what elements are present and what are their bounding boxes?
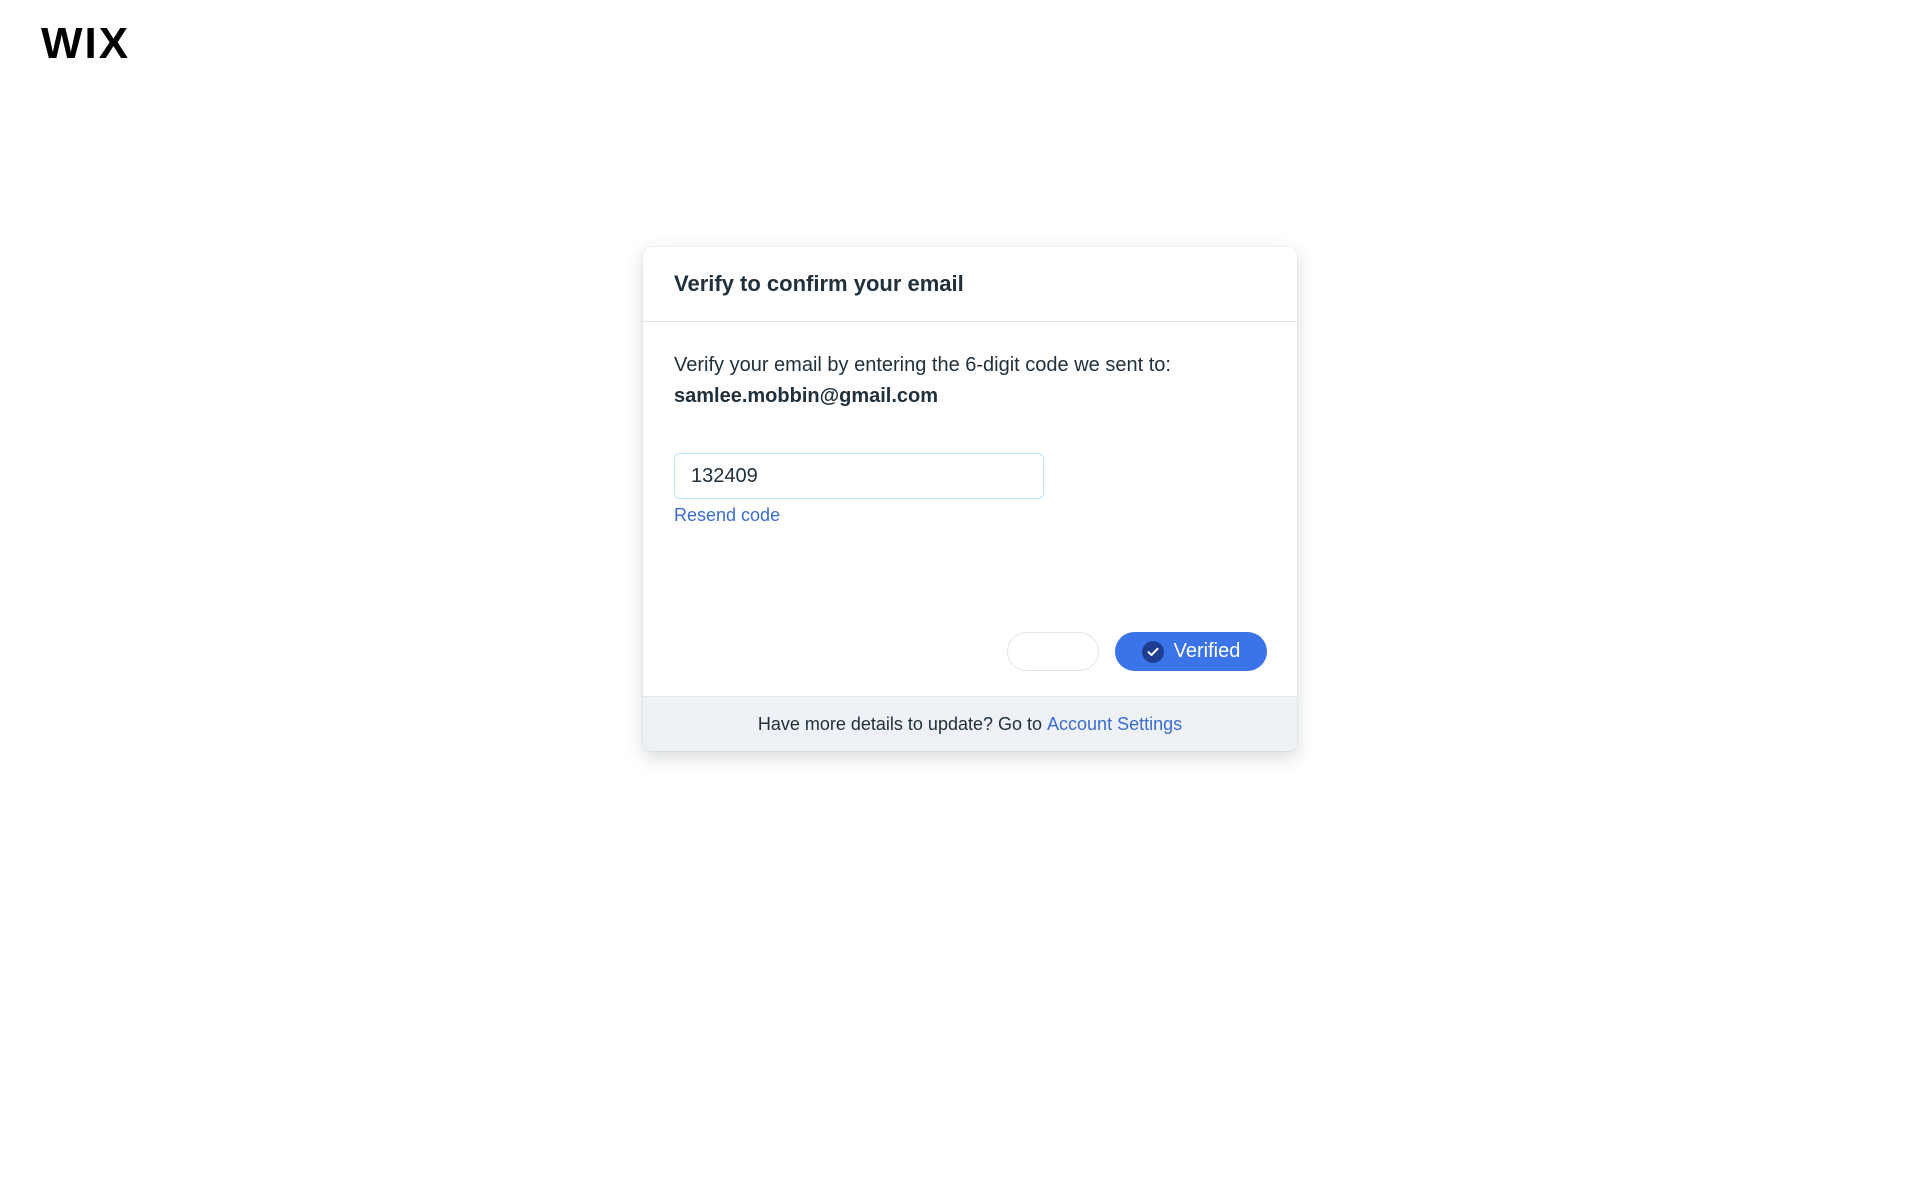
account-settings-link[interactable]: Account Settings — [1047, 714, 1182, 735]
dialog-footer: Have more details to update? Go to Accou… — [643, 696, 1297, 751]
dialog-body: Verify your email by entering the 6-digi… — [643, 322, 1297, 695]
email-address: samlee.mobbin@gmail.com — [674, 385, 939, 407]
verified-button[interactable]: Verified — [1115, 632, 1267, 671]
instruction-text: Verify your email by entering the 6-digi… — [674, 354, 1171, 376]
verified-button-label: Verified — [1173, 640, 1241, 662]
check-circle-icon — [1141, 640, 1164, 663]
verify-email-dialog: Verify to confirm your email Verify your… — [643, 247, 1297, 751]
dialog-title: Verify to confirm your email — [674, 271, 964, 296]
wix-logo[interactable]: WIX — [41, 22, 130, 66]
dialog-header: Verify to confirm your email — [643, 247, 1297, 322]
footer-prompt: Have more details to update? Go to — [757, 713, 1043, 734]
verification-code-input[interactable] — [674, 453, 1044, 499]
resend-code-link[interactable]: Resend code — [674, 505, 780, 526]
secondary-button[interactable] — [1007, 632, 1099, 671]
